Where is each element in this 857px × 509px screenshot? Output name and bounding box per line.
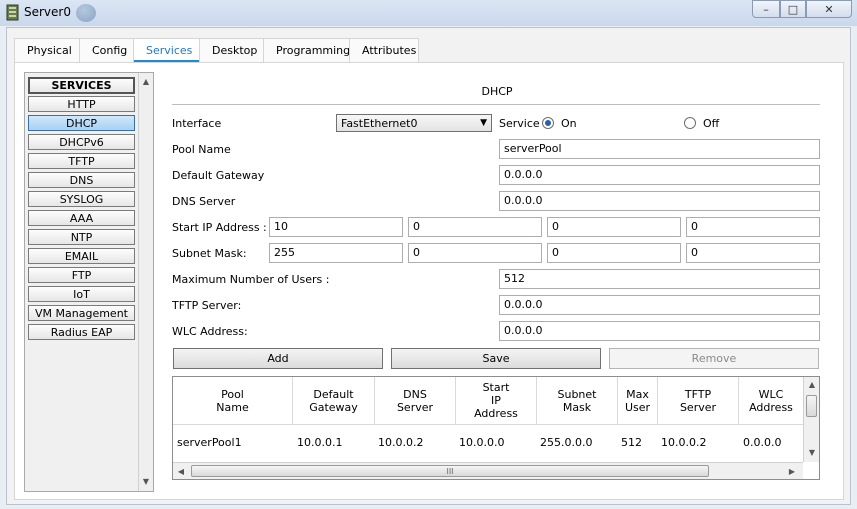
start-ip-octet-3[interactable]: 0 (547, 217, 681, 237)
service-dhcpv6-button[interactable]: DHCPv6 (28, 134, 135, 150)
service-dhcp-button[interactable]: DHCP (28, 115, 135, 131)
save-button[interactable]: Save (391, 348, 601, 369)
interface-select[interactable]: FastEthernet0 ▼ (336, 114, 492, 132)
scroll-right-icon[interactable]: ▶ (787, 466, 797, 476)
tab-attributes[interactable]: Attributes (349, 38, 419, 62)
service-iot-button[interactable]: IoT (28, 286, 135, 302)
start-ip-octet-2[interactable]: 0 (408, 217, 542, 237)
tftp-server-label: TFTP Server: (172, 299, 242, 312)
default-gateway-input[interactable]: 0.0.0.0 (499, 165, 820, 185)
service-vm-management-button[interactable]: VM Management (28, 305, 135, 321)
service-off-label: Off (703, 117, 720, 130)
window-title: Server0 (24, 5, 71, 19)
table-cell-dns-server[interactable]: 10.0.0.2 (378, 436, 423, 449)
subnet-mask-octet-4[interactable]: 0 (686, 243, 820, 263)
service-aaa-button[interactable]: AAA (28, 210, 135, 226)
add-button[interactable]: Add (173, 348, 383, 369)
services-scrollbar[interactable]: ▲ ▼ (138, 73, 153, 491)
vertical-scroll-thumb[interactable] (806, 395, 817, 417)
maximize-button[interactable]: □ (780, 0, 806, 18)
service-ftp-button[interactable]: FTP (28, 267, 135, 283)
wlc-address-label: WLC Address: (172, 325, 248, 338)
window-glyph-icon (76, 4, 96, 22)
tftp-server-input[interactable]: 0.0.0.0 (499, 295, 820, 315)
service-on-label: On (561, 117, 577, 130)
wlc-address-input[interactable]: 0.0.0.0 (499, 321, 820, 341)
service-http-button[interactable]: HTTP (28, 96, 135, 112)
scroll-up-icon[interactable]: ▲ (806, 379, 818, 389)
tab-programming[interactable]: Programming (263, 38, 350, 62)
default-gateway-label: Default Gateway (172, 169, 265, 182)
chevron-down-icon: ▼ (480, 118, 487, 128)
max-users-input[interactable]: 512 (499, 269, 820, 289)
col-header-subnet-mask[interactable]: Subnet Mask (537, 377, 618, 425)
table-cell-tftp-server[interactable]: 10.0.0.2 (661, 436, 706, 449)
service-email-button[interactable]: EMAIL (28, 248, 135, 264)
col-header-dns-server[interactable]: DNS Server (375, 377, 456, 425)
dhcp-title: DHCP (481, 85, 513, 98)
table-cell-wlc-address[interactable]: 0.0.0.0 (743, 436, 781, 449)
server-app-icon (4, 4, 22, 22)
close-button[interactable]: ✕ (806, 0, 852, 18)
dns-server-label: DNS Server (172, 195, 236, 208)
service-off-radio[interactable] (684, 117, 696, 129)
subnet-mask-octet-3[interactable]: 0 (547, 243, 681, 263)
dhcp-divider (172, 104, 820, 105)
col-header-default-gateway[interactable]: Default Gateway (293, 377, 375, 425)
service-tftp-button[interactable]: TFTP (28, 153, 135, 169)
title-bar (0, 0, 857, 26)
table-cell-subnet-mask[interactable]: 255.0.0.0 (540, 436, 592, 449)
table-cell-default-gateway[interactable]: 10.0.0.1 (297, 436, 342, 449)
col-header-start-ip[interactable]: Start IP Address (456, 377, 537, 425)
subnet-mask-octet-1[interactable]: 255 (269, 243, 403, 263)
remove-button[interactable]: Remove (609, 348, 819, 369)
table-cell-max-user[interactable]: 512 (621, 436, 642, 449)
col-header-wlc-address[interactable]: WLC Address (739, 377, 803, 425)
pool-name-label: Pool Name (172, 143, 231, 156)
start-ip-octet-1[interactable]: 10 (269, 217, 403, 237)
subnet-mask-label: Subnet Mask: (172, 247, 247, 260)
max-users-label: Maximum Number of Users : (172, 273, 330, 286)
start-ip-label: Start IP Address : (172, 221, 267, 234)
horizontal-scroll-thumb[interactable]: III (191, 465, 709, 477)
tab-physical[interactable]: Physical (14, 38, 80, 62)
minimize-button[interactable]: – (752, 0, 780, 18)
tab-desktop[interactable]: Desktop (199, 38, 264, 62)
table-cell-pool-name[interactable]: serverPool1 (177, 436, 242, 449)
pool-name-input[interactable]: serverPool (499, 139, 820, 159)
service-syslog-button[interactable]: SYSLOG (28, 191, 135, 207)
table-vertical-scrollbar[interactable]: ▲ ▼ (803, 377, 819, 462)
table-horizontal-scrollbar[interactable]: ◀ III ▶ (173, 462, 803, 479)
scroll-left-icon[interactable]: ◀ (176, 466, 186, 476)
subnet-mask-octet-2[interactable]: 0 (408, 243, 542, 263)
col-header-tftp-server[interactable]: TFTP Server (658, 377, 739, 425)
interface-select-value: FastEthernet0 (341, 116, 418, 130)
interface-label: Interface (172, 117, 222, 130)
service-dns-button[interactable]: DNS (28, 172, 135, 188)
table-cell-start-ip[interactable]: 10.0.0.0 (459, 436, 504, 449)
service-radius-eap-button[interactable]: Radius EAP (28, 324, 135, 340)
col-header-max-user[interactable]: Max User (618, 377, 658, 425)
col-header-pool-name[interactable]: Pool Name (173, 377, 293, 425)
service-label: Service (499, 117, 540, 130)
scroll-down-icon[interactable]: ▼ (806, 447, 818, 457)
scroll-up-icon[interactable]: ▲ (140, 76, 152, 86)
service-ntp-button[interactable]: NTP (28, 229, 135, 245)
tab-services[interactable]: Services (133, 38, 200, 63)
scroll-down-icon[interactable]: ▼ (140, 476, 152, 486)
tab-config[interactable]: Config (79, 38, 134, 62)
dns-server-input[interactable]: 0.0.0.0 (499, 191, 820, 211)
service-on-radio[interactable] (542, 117, 554, 129)
start-ip-octet-4[interactable]: 0 (686, 217, 820, 237)
services-header: SERVICES (28, 77, 135, 94)
